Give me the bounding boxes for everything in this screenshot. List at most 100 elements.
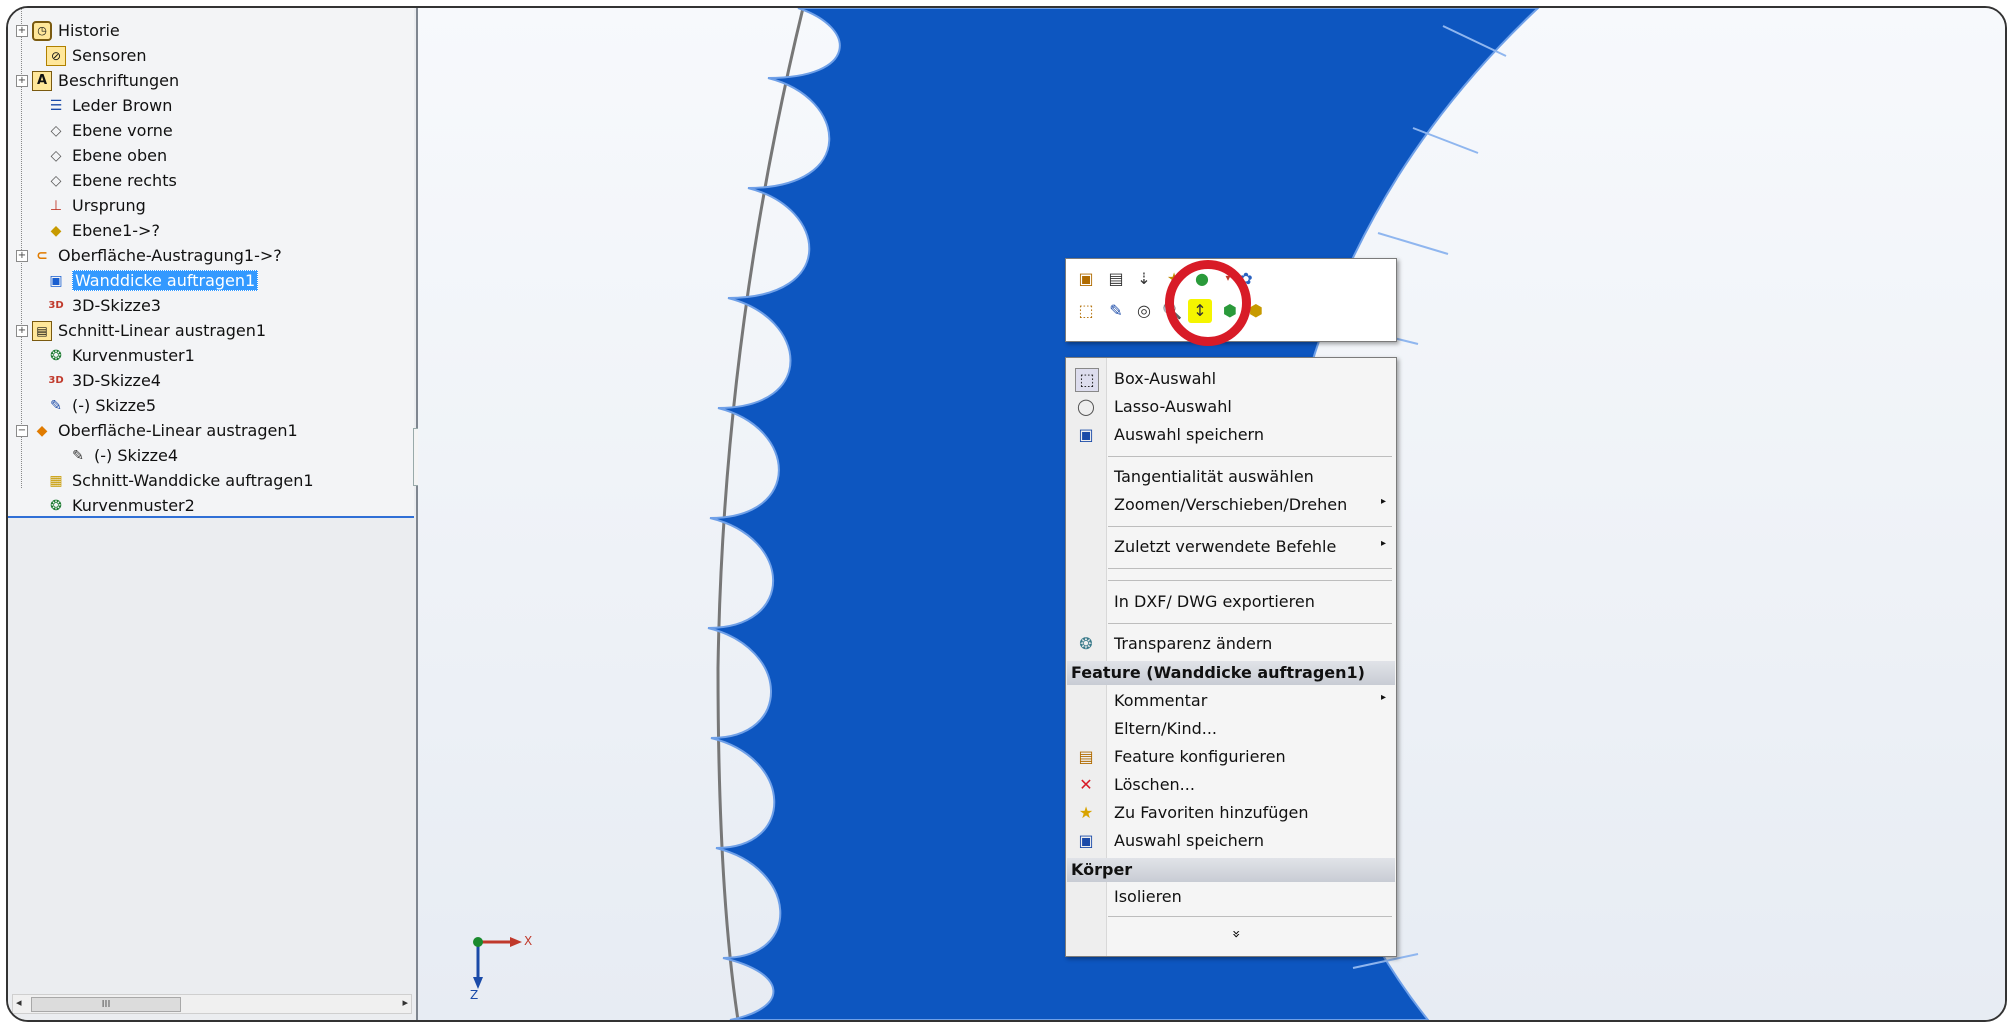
scroll-right-icon[interactable]: ▸ — [402, 996, 408, 1009]
tree-item-label: (-) Skizze4 — [94, 446, 179, 465]
tree-item-label: Ursprung — [72, 196, 146, 215]
collapse-toggle[interactable]: − — [16, 424, 28, 437]
submenu-arrow-icon: ▸ — [1380, 538, 1386, 549]
submenu-arrow-icon: ▸ — [1380, 692, 1386, 703]
menu-item-save-selection[interactable]: ▣ Auswahl speichern — [1066, 422, 1396, 448]
menu-separator — [1108, 526, 1392, 527]
expand-toggle[interactable]: + — [16, 324, 28, 337]
menu-item-delete[interactable]: ✕ Löschen... — [1066, 772, 1396, 798]
tree-item-skizze4[interactable]: ✎ (-) Skizze4 — [30, 443, 178, 468]
tree-item-skizze5[interactable]: ✎ (-) Skizze5 — [8, 393, 156, 418]
transparency-icon: ❂ — [1079, 634, 1093, 653]
expand-toggle[interactable]: + — [16, 24, 28, 37]
menu-item-label: Kommentar — [1114, 691, 1208, 710]
surface-extrude-icon: ◆ — [36, 422, 48, 439]
tree-item-3d-skizze3[interactable]: 3D 3D-Skizze3 — [8, 293, 161, 318]
tree-item-ebene-vorne[interactable]: ◇ Ebene vorne — [8, 118, 173, 143]
tree-item-label-selected: Wanddicke auftragen1 — [72, 270, 259, 291]
tree-item-label: Schnitt-Wanddicke auftragen1 — [72, 471, 314, 490]
tree-item-wanddicke-auftragen1[interactable]: ▣ Wanddicke auftragen1 — [8, 268, 259, 293]
app-window: + ◷ Historie ⊘ Sensoren + A Beschriftung… — [6, 6, 2007, 1022]
section-label: Feature (Wanddicke auftragen1) — [1071, 663, 1365, 682]
tree-item-ursprung[interactable]: ⊥ Ursprung — [8, 193, 146, 218]
menu-item-comment[interactable]: Kommentar ▸ — [1066, 688, 1396, 714]
axis-z-label: Z — [470, 988, 479, 1002]
menu-item-recent-commands[interactable]: Zuletzt verwendete Befehle ▸ — [1066, 534, 1396, 560]
save-selection-icon: ▣ — [1078, 425, 1094, 444]
tree-item-label: Kurvenmuster2 — [72, 496, 195, 515]
tree-item-historie[interactable]: + ◷ Historie — [8, 18, 120, 43]
cut-thicken-icon: ▦ — [49, 472, 63, 489]
rollback-icon[interactable]: ⇣ — [1132, 267, 1156, 291]
menu-item-zoom-pan-rotate[interactable]: Zoomen/Verschieben/Drehen ▸ — [1066, 492, 1396, 518]
curve-pattern-icon: ❂ — [50, 347, 62, 364]
tree-item-oberflaeche-linear-austragen1[interactable]: − ◆ Oberfläche-Linear austragen1 — [8, 418, 298, 443]
expand-toggle[interactable]: + — [16, 249, 28, 262]
menu-item-select-tangency[interactable]: Tangentialität auswählen — [1066, 464, 1396, 490]
tree-item-label: Ebene1->? — [72, 221, 160, 240]
tree-item-ebene-rechts[interactable]: ◇ Ebene rechts — [8, 168, 177, 193]
menu-item-label: In DXF/ DWG exportieren — [1114, 592, 1315, 611]
tree-item-beschriftungen[interactable]: + A Beschriftungen — [8, 68, 179, 93]
expand-menu-icon[interactable]: » — [1228, 924, 1244, 944]
plane-icon: ◇ — [50, 147, 62, 164]
expand-toggle[interactable]: + — [16, 74, 28, 87]
menu-item-label: Box-Auswahl — [1114, 369, 1217, 388]
menu-item-isolate[interactable]: Isolieren — [1066, 884, 1396, 910]
tree-item-label: Ebene oben — [72, 146, 168, 165]
tree-item-kurvenmuster1[interactable]: ❂ Kurvenmuster1 — [8, 343, 195, 368]
menu-item-lasso-selection[interactable]: ◯ Lasso-Auswahl — [1066, 394, 1396, 420]
tree-item-label: Oberfläche-Linear austragen1 — [58, 421, 298, 440]
tree-item-kurvenmuster2[interactable]: ❂ Kurvenmuster2 — [8, 493, 195, 518]
tree-item-label: Leder Brown — [72, 96, 173, 115]
plane-icon: ◇ — [50, 172, 62, 189]
horizontal-scrollbar[interactable]: ◂ III ▸ — [12, 994, 412, 1014]
tree-item-label: Oberfläche-Austragung1->? — [58, 246, 282, 265]
menu-item-export-dxf-dwg[interactable]: In DXF/ DWG exportieren — [1066, 589, 1396, 615]
tree-item-oberflaeche-austragung1[interactable]: + ⊂ Oberfläche-Austragung1->? — [8, 243, 282, 268]
tree-item-sensoren[interactable]: ⊘ Sensoren — [8, 43, 146, 68]
menu-item-parent-child[interactable]: Eltern/Kind... — [1066, 716, 1396, 742]
edit-feature-icon[interactable]: ▣ — [1074, 267, 1098, 291]
configure-icon: ▤ — [1078, 747, 1094, 766]
plane-warning-icon: ◆ — [50, 222, 62, 239]
tree-item-leder-brown[interactable]: ☰ Leder Brown — [8, 93, 173, 118]
annotation-circle — [1165, 260, 1251, 346]
curve-pattern-icon: ❂ — [50, 497, 62, 514]
menu-item-label: Feature konfigurieren — [1114, 747, 1286, 766]
tree-item-ebene-oben[interactable]: ◇ Ebene oben — [8, 143, 168, 168]
hide-show-icon[interactable]: ◎ — [1132, 299, 1156, 323]
tree-item-label: Historie — [58, 21, 120, 40]
tree-item-schnitt-wanddicke-auftragen1[interactable]: ▦ Schnitt-Wanddicke auftragen1 — [8, 468, 314, 493]
sketch-icon: ✎ — [72, 447, 84, 464]
feature-tree: + ◷ Historie ⊘ Sensoren + A Beschriftung… — [8, 8, 414, 518]
select-other-icon[interactable]: ⬚ — [1074, 299, 1098, 323]
scroll-thumb[interactable]: III — [31, 997, 181, 1012]
menu-item-save-selection-2[interactable]: ▣ Auswahl speichern — [1066, 828, 1396, 854]
menu-item-label: Lasso-Auswahl — [1114, 397, 1232, 416]
menu-separator — [1108, 568, 1392, 569]
tree-item-3d-skizze4[interactable]: 3D 3D-Skizze4 — [8, 368, 161, 393]
tree-item-ebene1[interactable]: ◆ Ebene1->? — [8, 218, 160, 243]
tree-item-label: 3D-Skizze4 — [72, 371, 161, 390]
menu-item-add-favorites[interactable]: ★ Zu Favoriten hinzufügen — [1066, 800, 1396, 826]
section-label: Körper — [1071, 860, 1133, 879]
menu-item-label: Auswahl speichern — [1114, 425, 1264, 444]
menu-item-label: Zu Favoriten hinzufügen — [1114, 803, 1309, 822]
configure-icon[interactable]: ▤ — [1104, 267, 1128, 291]
menu-separator — [1108, 916, 1392, 917]
tree-item-schnitt-linear-austragen1[interactable]: + ▤ Schnitt-Linear austragen1 — [8, 318, 266, 343]
menu-item-change-transparency[interactable]: ❂ Transparenz ändern — [1066, 631, 1396, 657]
menu-section-body: Körper — [1067, 858, 1395, 882]
delete-icon: ✕ — [1079, 775, 1093, 794]
menu-item-box-selection[interactable]: ⬚ Box-Auswahl — [1066, 366, 1396, 392]
menu-section-feature: Feature (Wanddicke auftragen1) — [1067, 661, 1395, 685]
menu-item-label: Eltern/Kind... — [1114, 719, 1217, 738]
scroll-left-icon[interactable]: ◂ — [16, 996, 22, 1009]
3d-sketch-icon: 3D — [48, 374, 64, 386]
feature-manager-panel: + ◷ Historie ⊘ Sensoren + A Beschriftung… — [8, 8, 418, 1020]
tick-mark — [1377, 232, 1449, 255]
menu-item-configure-feature[interactable]: ▤ Feature konfigurieren — [1066, 744, 1396, 770]
sketch-icon[interactable]: ✎ — [1104, 299, 1128, 323]
menu-item-label: Zuletzt verwendete Befehle — [1114, 537, 1337, 556]
